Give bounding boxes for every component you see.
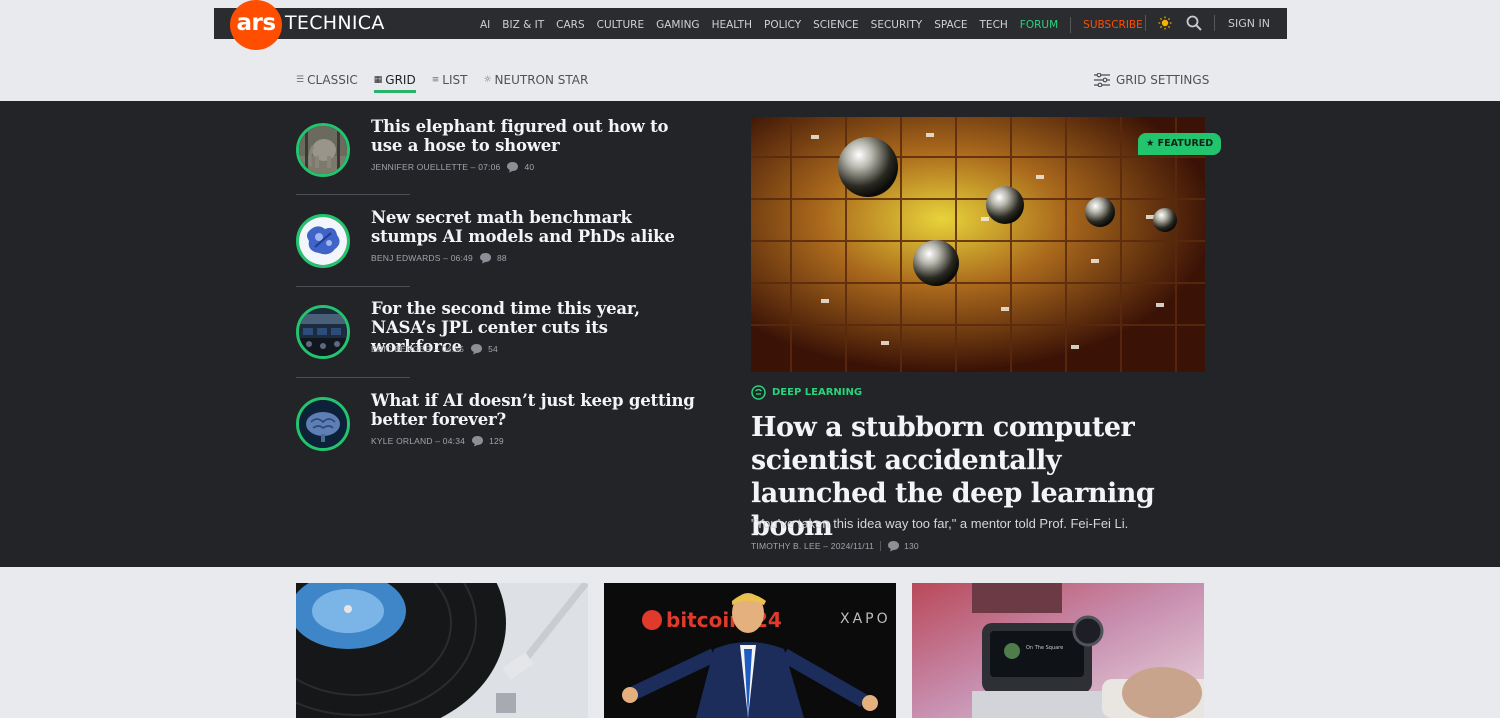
nav-forum[interactable]: FORUM: [1020, 19, 1058, 31]
grid-view-icon: ▦: [373, 75, 383, 85]
ars-logo-circle[interactable]: ars: [230, 0, 282, 50]
story-author[interactable]: ERIC BERGER: [371, 344, 432, 354]
story-divider: [296, 194, 410, 195]
comment-bubble-icon[interactable]: [470, 343, 483, 355]
math-thumbnail[interactable]: [296, 214, 350, 268]
meta-dash: –: [468, 162, 479, 172]
view-grid[interactable]: ▦ GRID: [373, 73, 416, 93]
story-divider: [296, 377, 410, 378]
story-time: 07:06: [478, 162, 501, 172]
top-stories-band: [0, 101, 1500, 567]
comment-count[interactable]: 130: [904, 541, 919, 551]
comment-count[interactable]: 129: [489, 436, 504, 446]
search-icon[interactable]: [1186, 15, 1202, 31]
list-view-icon: ≡: [431, 75, 440, 85]
meta-dash: –: [432, 436, 443, 446]
story-time: 04:34: [442, 436, 466, 446]
featured-article-image[interactable]: [751, 117, 1205, 372]
nav-tech[interactable]: TECH: [980, 19, 1008, 31]
svg-text:On The Square: On The Square: [1026, 645, 1063, 651]
featured-meta: TIMOTHY B. LEE – 2024/11/11 130: [751, 540, 919, 552]
nav-policy[interactable]: POLICY: [764, 19, 801, 31]
nav-divider: [1145, 15, 1146, 31]
story-title[interactable]: New secret math benchmark stumps AI mode…: [371, 208, 701, 246]
story-author[interactable]: KYLE ORLAND: [371, 436, 433, 446]
section-nav: AI BIZ & IT CARS CULTURE GAMING HEALTH P…: [480, 17, 1155, 33]
grid-settings-label: GRID SETTINGS: [1116, 73, 1210, 87]
story-meta: ERIC BERGER – 04:55 54: [371, 343, 498, 355]
meta-divider: [880, 541, 882, 551]
nav-science[interactable]: SCIENCE: [813, 19, 859, 31]
nav-culture[interactable]: CULTURE: [597, 19, 644, 31]
svg-text:bitcoin: bitcoin: [666, 608, 743, 632]
view-label: LIST: [442, 73, 468, 87]
brain-thumbnail[interactable]: [296, 397, 350, 451]
comment-bubble-icon[interactable]: [506, 161, 519, 173]
view-label: GRID: [385, 73, 416, 87]
comment-bubble-icon[interactable]: [471, 435, 484, 447]
comment-bubble-icon[interactable]: [479, 252, 492, 264]
meta-dash: –: [820, 541, 831, 551]
story-meta: KYLE ORLAND – 04:34 129: [371, 435, 504, 447]
view-list[interactable]: ≡ LIST: [432, 73, 468, 87]
meta-dash: –: [431, 344, 442, 354]
comment-count[interactable]: 40: [524, 162, 534, 172]
nav-biz-it[interactable]: BIZ & IT: [502, 19, 544, 31]
story-meta: BENJ EDWARDS – 06:49 88: [371, 252, 507, 264]
svg-text:XAPO: XAPO: [840, 611, 891, 627]
nav-divider: [1214, 15, 1215, 31]
view-label: NEUTRON STAR: [494, 73, 589, 87]
featured-dek: "You’ve taken this idea way too far," a …: [751, 516, 1129, 531]
grid-settings-button[interactable]: GRID SETTINGS: [1094, 73, 1209, 87]
view-selector: ☰ CLASSIC ▦ GRID ≡ LIST ☼ NEUTRON STAR: [296, 73, 604, 93]
star-icon: ★: [1145, 138, 1158, 149]
nav-cars[interactable]: CARS: [556, 19, 584, 31]
story-author[interactable]: JENNIFER OUELLETTE: [371, 162, 468, 172]
featured-author[interactable]: TIMOTHY B. LEE: [751, 541, 821, 551]
article-card-gadget[interactable]: On The Square: [912, 583, 1204, 718]
deep-learning-icon: [751, 385, 766, 400]
featured-badge: ★ FEATURED: [1138, 133, 1221, 155]
classic-view-icon: ☰: [296, 75, 305, 85]
sign-in-link[interactable]: SIGN IN: [1228, 17, 1270, 30]
nav-divider: [1070, 17, 1072, 33]
story-time: 04:55: [441, 344, 465, 354]
comment-bubble-icon[interactable]: [887, 540, 900, 552]
subscribe-link[interactable]: SUBSCRIBE: [1083, 19, 1143, 31]
meta-dash: –: [440, 253, 451, 263]
turntable-photo: [296, 583, 588, 718]
category-label: DEEP LEARNING: [772, 387, 863, 398]
featured-badge-label: FEATURED: [1157, 138, 1214, 149]
story-title[interactable]: What if AI doesn’t just keep getting bet…: [371, 391, 701, 429]
nav-gaming[interactable]: GAMING: [656, 19, 699, 31]
nav-security[interactable]: SECURITY: [871, 19, 923, 31]
neutron-star-icon: ☼: [483, 75, 492, 85]
jpl-thumbnail[interactable]: [296, 305, 350, 359]
nav-space[interactable]: SPACE: [934, 19, 967, 31]
comment-count[interactable]: 54: [488, 344, 498, 354]
technica-logo-word[interactable]: TECHNICA: [285, 12, 385, 34]
theme-toggle-sun-icon[interactable]: [1158, 16, 1172, 30]
article-card-bitcoin[interactable]: bitcoin 24 XAPO: [604, 583, 896, 718]
bitcoin-conference-photo: bitcoin 24 XAPO: [604, 583, 896, 718]
featured-date: 2024/11/11: [830, 541, 875, 551]
view-classic[interactable]: ☰ CLASSIC: [296, 73, 358, 87]
article-card-turntable[interactable]: [296, 583, 588, 718]
view-label: CLASSIC: [307, 73, 358, 87]
view-neutron-star[interactable]: ☼ NEUTRON STAR: [483, 73, 588, 87]
nav-ai[interactable]: AI: [480, 19, 490, 31]
story-meta: JENNIFER OUELLETTE – 07:06 40: [371, 161, 534, 173]
desk-gadget-photo: On The Square: [912, 583, 1204, 718]
nav-health[interactable]: HEALTH: [712, 19, 752, 31]
story-time: 06:49: [450, 253, 473, 263]
comment-count[interactable]: 88: [497, 253, 507, 263]
story-author[interactable]: BENJ EDWARDS: [371, 253, 441, 263]
featured-category[interactable]: DEEP LEARNING: [751, 385, 862, 400]
story-title[interactable]: This elephant figured out how to use a h…: [371, 117, 701, 155]
elephant-thumbnail[interactable]: [296, 123, 350, 177]
story-divider: [296, 286, 410, 287]
sliders-icon: [1094, 73, 1110, 87]
